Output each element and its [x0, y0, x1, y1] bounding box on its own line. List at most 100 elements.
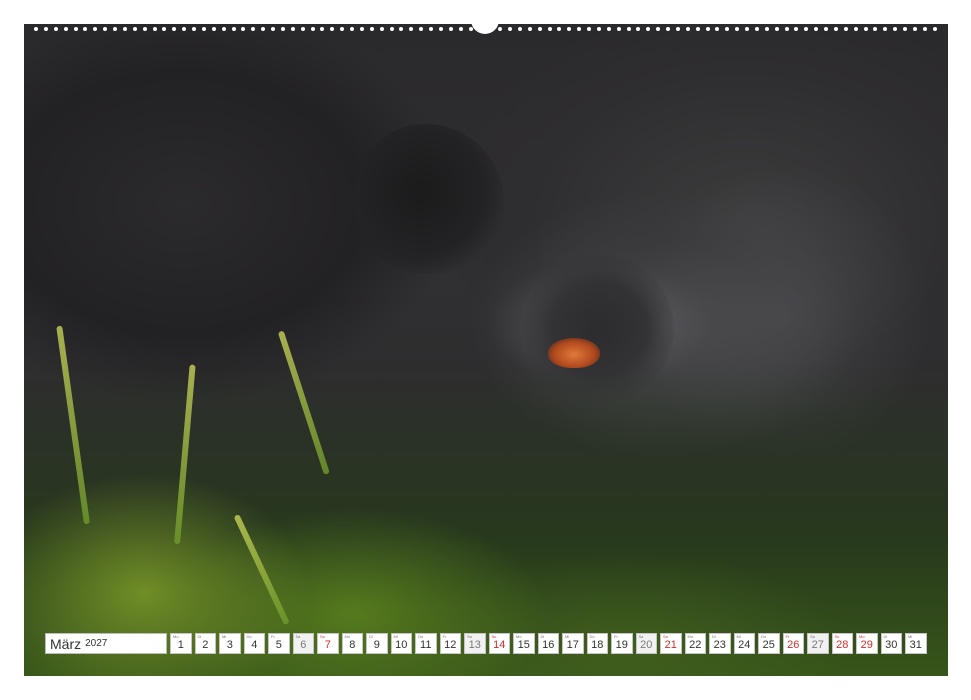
day-number: 27 — [811, 639, 824, 651]
binding-hole — [300, 27, 305, 31]
binding-hole — [666, 27, 670, 31]
binding-hole — [745, 27, 749, 31]
binding-hole — [626, 27, 631, 31]
binding-hole — [922, 27, 927, 31]
binding-hole — [833, 27, 838, 31]
binding-hole — [784, 27, 789, 31]
binding-hole — [794, 27, 799, 31]
binding-hole — [350, 27, 354, 31]
day-cell: Di 30 — [880, 633, 902, 654]
binding-hole — [201, 27, 206, 31]
binding-hole — [172, 27, 177, 31]
day-number: 20 — [640, 639, 653, 651]
binding-hole — [251, 27, 256, 31]
binding-hole — [192, 27, 196, 31]
day-cell: Sa 27 — [807, 633, 829, 654]
day-number: 3 — [226, 639, 233, 651]
binding-hole — [893, 27, 898, 31]
day-number: 28 — [836, 639, 849, 651]
day-number: 11 — [420, 639, 432, 651]
binding-hole — [606, 27, 611, 31]
day-number: 18 — [591, 639, 604, 651]
day-number: 2 — [202, 639, 209, 651]
year: 2027 — [85, 638, 108, 649]
day-number: 12 — [444, 639, 457, 651]
day-number: 25 — [762, 639, 775, 651]
binding-hole — [764, 27, 769, 31]
day-cell: Di 23 — [709, 633, 731, 654]
day-cell: Fr 26 — [782, 633, 804, 654]
day-number: 22 — [689, 639, 702, 651]
day-number: 26 — [787, 639, 800, 651]
day-cell: Mo 1 — [170, 633, 192, 654]
day-cell: Sa 20 — [635, 633, 657, 654]
day-cell: So 14 — [488, 633, 510, 654]
day-number: 24 — [738, 639, 751, 651]
binding-hole — [379, 27, 384, 31]
binding-hole — [122, 27, 127, 31]
day-cell: Do 18 — [586, 633, 608, 654]
binding-hole — [804, 27, 809, 31]
binding-hole — [34, 27, 38, 31]
hippo-ear — [354, 124, 504, 274]
day-number: 9 — [373, 639, 380, 651]
binding-hole — [231, 27, 236, 31]
binding-hole — [359, 27, 364, 31]
binding-hole — [340, 27, 345, 31]
binding-hole — [43, 27, 48, 31]
binding-hole — [567, 27, 572, 31]
day-number: 17 — [566, 639, 579, 651]
day-number: 21 — [664, 639, 677, 651]
binding-hole — [735, 27, 740, 31]
binding-hole — [132, 27, 137, 31]
calendar-page: März 2027 Mo 1 Di 2 Mi 3 Do 4 Fr 5 Sa 6 So 7 Mo 8 Di 9 Mi 1… — [0, 0, 971, 700]
binding-hole — [824, 27, 828, 31]
binding-hole — [448, 27, 453, 31]
day-number: 19 — [615, 639, 628, 651]
hippo-photo — [24, 24, 948, 676]
binding-hole — [113, 27, 117, 31]
binding-hole — [537, 27, 542, 31]
binding-hole — [389, 27, 394, 31]
day-number: 14 — [493, 639, 506, 651]
day-number: 7 — [324, 639, 331, 651]
day-cell: Do 11 — [415, 633, 437, 654]
day-cell: Sa 6 — [292, 633, 314, 654]
day-number: 23 — [713, 639, 726, 651]
binding-hole — [883, 27, 888, 31]
binding-hole — [853, 27, 858, 31]
day-cell: Mi 17 — [562, 633, 584, 654]
day-cell: Mi 3 — [219, 633, 241, 654]
binding-hole — [142, 27, 147, 31]
day-cell: Do 25 — [758, 633, 780, 654]
binding-hole — [715, 27, 720, 31]
binding-hole — [508, 27, 512, 31]
binding-hole — [438, 27, 443, 31]
day-number: 31 — [909, 639, 922, 651]
binding-hole — [547, 27, 552, 31]
day-cell: Di 2 — [194, 633, 216, 654]
binding-hole — [399, 27, 404, 31]
binding-hole — [656, 27, 661, 31]
binding-hole — [53, 27, 58, 31]
binding-hole — [932, 27, 937, 31]
day-cell: Do 4 — [243, 633, 265, 654]
day-number: 1 — [177, 639, 184, 651]
binding-hole — [527, 27, 532, 31]
binding-hole — [211, 27, 216, 31]
binding-hole — [63, 27, 68, 31]
binding-hole — [419, 27, 424, 31]
day-number: 15 — [517, 639, 530, 651]
binding-hole — [280, 27, 285, 31]
day-cell: Mo 15 — [513, 633, 535, 654]
binding-hole — [577, 27, 582, 31]
binding-hole — [409, 27, 414, 31]
day-number: 6 — [300, 639, 307, 651]
binding-hole — [458, 27, 463, 31]
binding-hole — [814, 27, 819, 31]
binding-hole — [103, 27, 108, 31]
day-cell: Fr 19 — [611, 633, 633, 654]
day-cell: So 28 — [831, 633, 853, 654]
binding-hole — [468, 27, 473, 31]
binding-hole — [843, 27, 848, 31]
